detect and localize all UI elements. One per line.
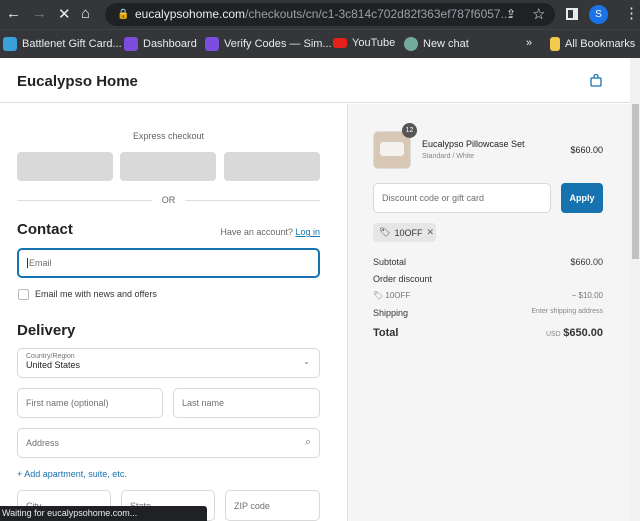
discount-code-label: 10OFF — [385, 291, 411, 300]
divider — [17, 200, 152, 201]
country-label: Country/Region — [26, 353, 75, 360]
total-label: Total — [373, 327, 399, 339]
express-checkout-label: Express checkout — [132, 131, 205, 141]
product-variant: Standard / White — [422, 153, 475, 160]
divider — [185, 200, 320, 201]
bookmark-battlenet[interactable]: Battlenet Gift Card... — [3, 37, 122, 51]
browser-status-bar: Waiting for eucalypsohome.com... — [0, 506, 207, 521]
discount-tag: 🏷 10OFF ✕ — [373, 223, 436, 242]
address-input[interactable]: Address ⌕ — [17, 428, 320, 458]
remove-discount-icon[interactable]: ✕ — [426, 227, 434, 238]
address-placeholder: Address — [26, 438, 60, 448]
bookmark-new-chat[interactable]: New chat — [404, 37, 469, 51]
browser-toolbar: ← → ✕ ⌂ 🔒 eucalypsohome.com/checkouts/cn… — [0, 0, 640, 29]
email-input[interactable]: Email — [17, 248, 320, 278]
bookmark-verify-codes[interactable]: Verify Codes — Sim... — [205, 37, 332, 51]
share-icon[interactable]: ⇪ — [506, 7, 516, 21]
express-pay-button-2[interactable] — [120, 152, 216, 181]
discount-input[interactable]: Discount code or gift card — [373, 183, 551, 213]
subtotal-row: Subtotal $660.00 — [373, 257, 603, 267]
zip-input[interactable]: ZIP code — [225, 490, 320, 521]
cart-bag-icon[interactable] — [590, 74, 602, 87]
tag-icon: 🏷 — [379, 227, 391, 237]
tag-icon: 🏷 — [373, 291, 384, 300]
stop-icon[interactable]: ✕ — [58, 5, 71, 23]
store-name[interactable]: Eucalypso Home — [17, 73, 138, 90]
shipping-label: Shipping — [373, 308, 409, 318]
all-bookmarks[interactable]: All Bookmarks — [550, 37, 635, 51]
first-name-input[interactable]: First name (optional) — [17, 388, 163, 418]
discount-row: 🏷 10OFF − $10.00 — [373, 291, 603, 300]
youtube-icon — [333, 38, 347, 48]
quantity-badge: 12 — [402, 123, 417, 138]
express-pay-button-1[interactable] — [17, 152, 113, 181]
dashboard-icon — [124, 37, 138, 51]
chatgpt-icon — [404, 37, 418, 51]
bookmark-label: Verify Codes — Sim... — [224, 38, 332, 50]
back-icon[interactable]: ← — [6, 5, 21, 22]
more-label: » — [526, 37, 533, 49]
product-price: $660.00 — [570, 145, 603, 155]
country-value: United States — [26, 360, 81, 370]
all-bookmarks-label: All Bookmarks — [565, 38, 636, 50]
delivery-heading: Delivery — [17, 322, 76, 339]
total-value: $650.00 — [563, 327, 603, 339]
bookmark-dashboard[interactable]: Dashboard — [124, 37, 197, 51]
currency: USD — [545, 331, 561, 338]
product-name: Eucalypso Pillowcase Set — [422, 139, 525, 149]
bookmark-label: YouTube — [352, 37, 396, 49]
total-row: Total USD $650.00 — [373, 327, 603, 339]
subtotal-label: Subtotal — [373, 257, 407, 267]
chevron-down-icon: ⌄ — [303, 357, 310, 366]
newsletter-checkbox[interactable] — [18, 289, 29, 300]
subtotal-value: $660.00 — [570, 257, 603, 267]
shipping-row: Shipping Enter shipping address — [373, 308, 603, 318]
shipping-value: Enter shipping address — [531, 308, 603, 315]
bookmark-label: New chat — [423, 38, 469, 50]
login-link[interactable]: Log in — [295, 227, 320, 237]
order-discount-row: Order discount — [373, 274, 603, 284]
bookmark-youtube[interactable]: YouTube — [333, 37, 395, 49]
apply-button[interactable]: Apply — [561, 183, 603, 213]
verify-icon — [205, 37, 219, 51]
discount-code: 10OFF — [394, 227, 423, 238]
last-name-input[interactable]: Last name — [173, 388, 320, 418]
forward-icon[interactable]: → — [32, 5, 47, 22]
country-select[interactable]: Country/Region United States ⌄ — [17, 348, 320, 378]
contact-heading: Contact — [17, 221, 73, 238]
search-icon: ⌕ — [304, 436, 311, 448]
have-account: Have an account? Log in — [220, 227, 320, 237]
address-bar[interactable]: 🔒 eucalypsohome.com/checkouts/cn/c1-3c81… — [105, 3, 555, 26]
side-panel-icon[interactable] — [566, 8, 578, 20]
home-icon[interactable]: ⌂ — [81, 5, 90, 22]
more-bookmarks[interactable]: » — [526, 37, 532, 49]
store-header: Eucalypso Home — [0, 58, 630, 103]
star-icon[interactable]: ☆ — [532, 5, 545, 23]
bookmark-label: Battlenet Gift Card... — [22, 38, 122, 50]
battlenet-icon — [3, 37, 17, 51]
url-domain: eucalypsohome.com — [135, 7, 246, 21]
bookmark-label: Dashboard — [143, 38, 197, 50]
email-placeholder: Email — [27, 258, 52, 268]
profile-avatar[interactable]: S — [589, 5, 608, 24]
folder-icon — [550, 37, 560, 51]
newsletter-label[interactable]: Email me with news and offers — [35, 289, 157, 299]
order-discount-label: Order discount — [373, 274, 433, 284]
bookmarks-bar: Battlenet Gift Card... Dashboard Verify … — [0, 29, 640, 58]
lock-icon: 🔒 — [117, 9, 130, 20]
url-path: /checkouts/cn/c1-3c814c702d82f363ef787f6… — [245, 7, 511, 21]
or-label: OR — [161, 195, 176, 205]
have-account-text: Have an account? — [220, 227, 293, 237]
menu-icon[interactable]: ⋮ — [624, 4, 639, 22]
express-pay-button-3[interactable] — [224, 152, 320, 181]
add-apartment-link[interactable]: + Add apartment, suite, etc. — [17, 469, 127, 479]
scrollbar-thumb[interactable] — [632, 104, 639, 259]
discount-amount: − $10.00 — [571, 291, 603, 300]
